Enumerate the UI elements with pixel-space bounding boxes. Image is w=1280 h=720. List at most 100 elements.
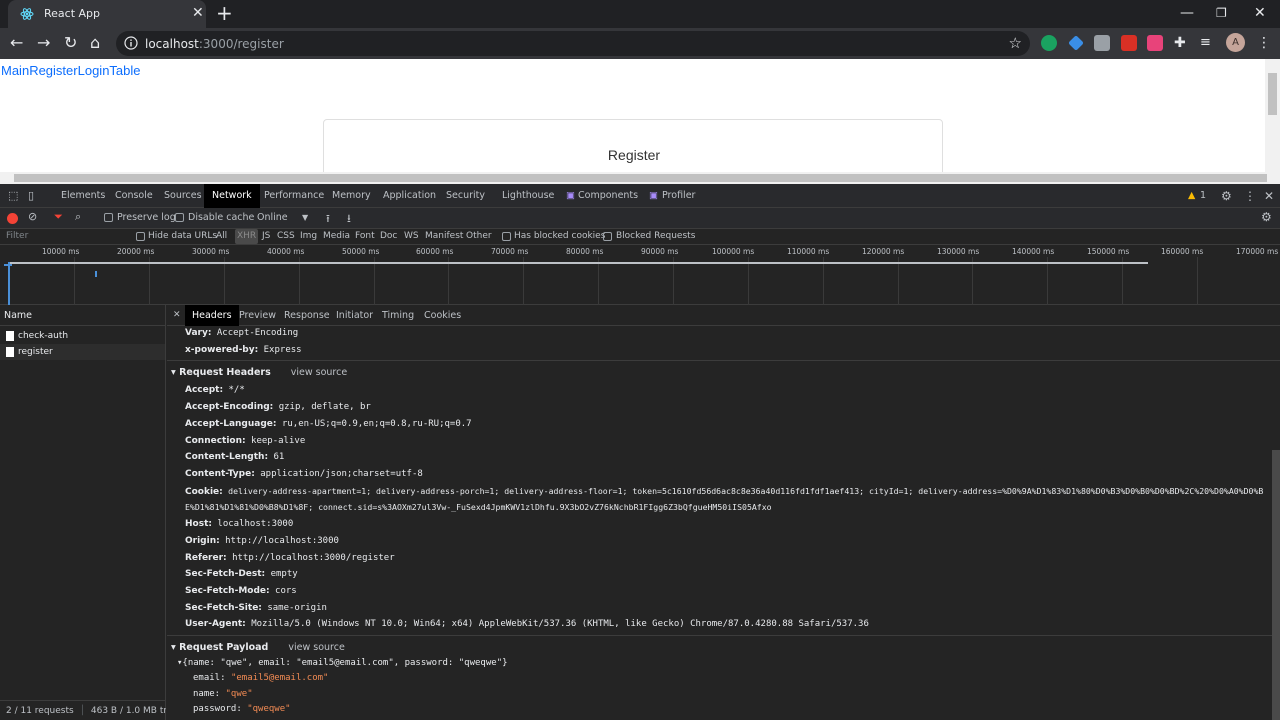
export-har-icon[interactable]: ⭳ bbox=[347, 210, 351, 229]
filter-type-xhr[interactable]: XHR bbox=[235, 229, 259, 244]
tab-memory[interactable]: Memory bbox=[330, 184, 373, 208]
tab-performance[interactable]: Performance bbox=[262, 184, 326, 208]
filter-type-font[interactable]: Font bbox=[355, 231, 375, 241]
timeline-tick: 60000 ms bbox=[416, 247, 454, 256]
nav-link-table[interactable]: Table bbox=[109, 63, 140, 78]
address-bar[interactable]: localhost:3000/register ☆ bbox=[116, 31, 1030, 56]
disable-cache-checkbox[interactable] bbox=[175, 213, 184, 222]
filter-type-media[interactable]: Media bbox=[323, 231, 350, 241]
inspect-element-icon[interactable]: ⬚ bbox=[6, 184, 20, 208]
warning-icon[interactable]: ▲ bbox=[1186, 184, 1197, 208]
chevron-down-icon[interactable]: ▼ bbox=[302, 213, 308, 222]
settings-gear-icon[interactable]: ⚙ bbox=[1219, 184, 1234, 208]
devtools-close-icon[interactable]: ✕ bbox=[1262, 184, 1276, 208]
view-source-link[interactable]: view source bbox=[288, 642, 344, 653]
network-settings-gear-icon[interactable]: ⚙ bbox=[1261, 210, 1272, 224]
extension-red-icon[interactable] bbox=[1121, 35, 1137, 51]
extension-gem-icon[interactable] bbox=[1068, 35, 1084, 51]
blocked-cookies-checkbox[interactable] bbox=[502, 232, 511, 241]
request-row-check-auth[interactable]: check-auth bbox=[0, 328, 165, 344]
profile-avatar[interactable]: A bbox=[1226, 33, 1245, 52]
clear-icon[interactable]: ⊘ bbox=[28, 210, 37, 223]
filter-input[interactable]: Filter bbox=[6, 231, 28, 241]
nav-link-main[interactable]: Main bbox=[1, 63, 29, 78]
tab-headers[interactable]: Headers bbox=[185, 305, 239, 326]
header-row: Sec-Fetch-Site: same-origin bbox=[185, 603, 327, 613]
tab-components[interactable]: Components bbox=[576, 184, 640, 208]
header-row: Sec-Fetch-Dest: empty bbox=[185, 569, 298, 579]
extension-camera-icon[interactable] bbox=[1094, 35, 1110, 51]
tab-initiator[interactable]: Initiator bbox=[336, 305, 373, 326]
tab-application[interactable]: Application bbox=[381, 184, 438, 208]
details-tabbar: ✕ Headers Preview Response Initiator Tim… bbox=[167, 305, 1280, 326]
network-toolbar: ⊘ ⏷ ⌕ Preserve log Disable cache Online … bbox=[0, 208, 1280, 229]
page-viewport: MainRegisterLoginTable Register bbox=[0, 59, 1280, 184]
tab-console[interactable]: Console bbox=[113, 184, 155, 208]
timeline-range-bar bbox=[10, 262, 1148, 264]
extension-pink-icon[interactable] bbox=[1147, 35, 1163, 51]
tab-network[interactable]: Network bbox=[204, 184, 260, 208]
devtools-menu-icon[interactable]: ⋮ bbox=[1242, 184, 1258, 208]
filter-type-js[interactable]: JS bbox=[262, 231, 270, 241]
page-horizontal-scrollbar[interactable] bbox=[0, 172, 1280, 184]
device-toolbar-icon[interactable]: ▯ bbox=[26, 184, 36, 208]
home-icon[interactable]: ⌂ bbox=[90, 33, 100, 53]
back-icon[interactable]: ← bbox=[10, 33, 23, 53]
new-tab-icon[interactable]: + bbox=[216, 3, 233, 23]
reload-icon[interactable]: ↻ bbox=[64, 33, 77, 53]
tab-close-icon[interactable]: ✕ bbox=[192, 5, 204, 21]
chrome-menu-icon[interactable]: ⋮ bbox=[1257, 35, 1273, 51]
filter-type-other[interactable]: Other bbox=[466, 231, 492, 241]
filter-type-ws[interactable]: WS bbox=[404, 231, 419, 241]
nav-link-login[interactable]: Login bbox=[78, 63, 110, 78]
blocked-requests-checkbox[interactable] bbox=[603, 232, 612, 241]
tab-cookies[interactable]: Cookies bbox=[424, 305, 461, 326]
tab-sources[interactable]: Sources bbox=[162, 184, 204, 208]
scrollbar-thumb[interactable] bbox=[1268, 73, 1277, 115]
tab-security[interactable]: Security bbox=[444, 184, 487, 208]
request-payload-section[interactable]: ▾ Request Payload view source bbox=[171, 642, 345, 653]
minimize-icon[interactable]: — bbox=[1180, 4, 1194, 22]
network-overview-timeline[interactable]: 10000 ms 20000 ms 30000 ms 40000 ms 5000… bbox=[0, 245, 1280, 305]
import-har-icon[interactable]: ⭱ bbox=[326, 210, 330, 229]
record-icon[interactable] bbox=[7, 213, 18, 224]
filter-type-manifest[interactable]: Manifest bbox=[425, 231, 463, 241]
hide-data-urls-checkbox[interactable] bbox=[136, 232, 145, 241]
bookmark-star-icon[interactable]: ☆ bbox=[1009, 34, 1022, 52]
header-row: Vary: Accept-Encoding bbox=[185, 328, 299, 338]
filter-type-img[interactable]: Img bbox=[300, 231, 317, 241]
page-vertical-scrollbar[interactable] bbox=[1265, 59, 1280, 172]
forward-icon[interactable]: → bbox=[37, 33, 50, 53]
filter-type-all[interactable]: All bbox=[216, 231, 227, 241]
warning-count[interactable]: 1 bbox=[1198, 184, 1208, 208]
tab-timing[interactable]: Timing bbox=[382, 305, 414, 326]
extension-green-icon[interactable] bbox=[1041, 35, 1057, 51]
view-source-link[interactable]: view source bbox=[291, 367, 347, 378]
scrollbar-thumb[interactable] bbox=[14, 174, 1267, 182]
extensions-puzzle-icon[interactable]: ✚ bbox=[1174, 35, 1190, 51]
browser-tab[interactable]: React App ✕ bbox=[8, 0, 206, 28]
filter-type-css[interactable]: CSS bbox=[277, 231, 295, 241]
tab-profiler[interactable]: Profiler bbox=[660, 184, 697, 208]
preserve-log-checkbox[interactable] bbox=[104, 213, 113, 222]
request-headers-section[interactable]: ▾ Request Headers view source bbox=[171, 367, 347, 378]
search-icon[interactable]: ⌕ bbox=[75, 210, 81, 224]
devtools-panel: ⬚ ▯ Elements Console Sources Network Per… bbox=[0, 184, 1280, 720]
payload-summary[interactable]: ▾{name: "qwe", email: "email5@email.com"… bbox=[177, 658, 508, 668]
close-details-icon[interactable]: ✕ bbox=[173, 305, 181, 326]
request-row-register[interactable]: register bbox=[0, 344, 165, 360]
nav-link-register[interactable]: Register bbox=[29, 63, 77, 78]
window-close-icon[interactable]: ✕ bbox=[1254, 4, 1266, 22]
name-column-header[interactable]: Name bbox=[0, 305, 165, 326]
details-scrollbar[interactable] bbox=[1272, 450, 1280, 720]
filter-icon[interactable]: ⏷ bbox=[54, 210, 63, 224]
tab-preview[interactable]: Preview bbox=[239, 305, 276, 326]
tab-lighthouse[interactable]: Lighthouse bbox=[500, 184, 556, 208]
maximize-icon[interactable]: ❐ bbox=[1216, 4, 1227, 22]
tab-response[interactable]: Response bbox=[284, 305, 330, 326]
tab-elements[interactable]: Elements bbox=[59, 184, 107, 208]
filter-type-doc[interactable]: Doc bbox=[380, 231, 397, 241]
media-queue-icon[interactable]: ≡ bbox=[1200, 35, 1216, 51]
throttling-select[interactable]: Online bbox=[257, 212, 288, 223]
devtools-tabbar: ⬚ ▯ Elements Console Sources Network Per… bbox=[0, 184, 1280, 208]
